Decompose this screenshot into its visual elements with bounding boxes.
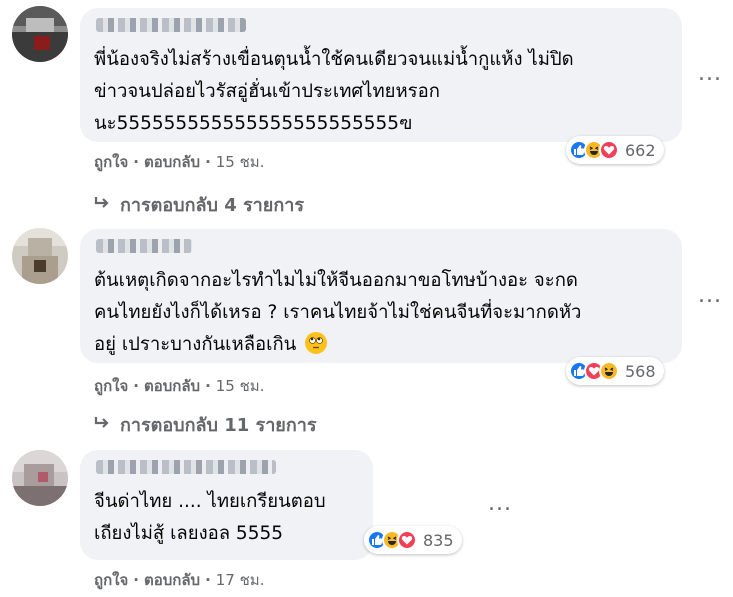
comment-text-line-with-emoji: อยู่ เปราะบางกันเหลือเกิน <box>94 329 328 360</box>
separator-dot: · <box>205 571 211 589</box>
comment-bubble: จีนด่าไทย .... ไทยเกรียนตอบ เถียงไม่สู้ … <box>80 450 373 560</box>
separator-dot: · <box>133 377 139 395</box>
comment-text-line: คนไทยยังไงก็ได้เหรอ ? เราคนไทยจ้าไม่ใช่ค… <box>94 302 582 323</box>
separator-dot: · <box>205 153 211 171</box>
reply-arrow-icon <box>94 195 110 214</box>
reactions-summary[interactable]: 568 <box>566 357 664 385</box>
reply-button[interactable]: ตอบกลับ <box>144 153 200 171</box>
view-replies-button[interactable]: การตอบกลับ 4 รายการ <box>94 190 304 219</box>
reactions-summary[interactable]: 662 <box>566 136 664 164</box>
reaction-count: 568 <box>625 361 656 381</box>
author-name-blurred[interactable] <box>96 239 192 253</box>
comment-text-line: พี่น้องจริงไม่สร้างเขื่อนตุนน้ำใช้คนเดีย… <box>94 49 574 70</box>
replies-count-label: การตอบกลับ 11 รายการ <box>120 415 317 436</box>
replies-count-label: การตอบกลับ 4 รายการ <box>120 195 305 216</box>
comment-text-line: จีนด่าไทย .... ไทยเกรียนตอบ <box>94 491 326 512</box>
more-options-button[interactable]: ... <box>488 493 512 515</box>
reply-button[interactable]: ตอบกลับ <box>144 377 200 395</box>
more-options-button[interactable]: ... <box>698 285 722 307</box>
separator-dot: · <box>205 377 211 395</box>
avatar[interactable] <box>12 6 68 62</box>
like-button[interactable]: ถูกใจ <box>94 153 128 171</box>
comment-actions: ถูกใจ · ตอบกลับ · 15 ชม. <box>94 374 264 398</box>
separator-dot: · <box>133 153 139 171</box>
view-replies-button[interactable]: การตอบกลับ 11 รายการ <box>94 410 317 439</box>
comment-actions: ถูกใจ · ตอบกลับ · 17 ชม. <box>94 568 264 592</box>
comment-text: อยู่ เปราะบางกันเหลือเกิน <box>94 334 297 355</box>
timestamp[interactable]: 15 ชม. <box>216 377 265 395</box>
reply-button[interactable]: ตอบกลับ <box>144 571 200 589</box>
reaction-count: 662 <box>625 140 656 160</box>
comment-bubble: พี่น้องจริงไม่สร้างเขื่อนตุนน้ำใช้คนเดีย… <box>80 8 682 142</box>
reactions-summary[interactable]: 835 <box>364 526 462 554</box>
comment-actions: ถูกใจ · ตอบกลับ · 15 ชม. <box>94 150 264 174</box>
separator-dot: · <box>133 571 139 589</box>
reaction-count: 835 <box>423 530 454 550</box>
love-reaction-icon <box>599 140 619 160</box>
avatar[interactable] <box>12 228 68 284</box>
author-name-blurred[interactable] <box>96 18 246 32</box>
timestamp[interactable]: 15 ชม. <box>216 153 265 171</box>
reply-arrow-icon <box>94 415 110 434</box>
more-options-button[interactable]: ... <box>698 63 722 85</box>
comment-text-line: ข่าวจนปล่อยไวรัสอู่ฮั่นเข้าประเทศไทยหรอก <box>94 81 440 102</box>
rolling-eyes-emoji-icon <box>305 332 328 354</box>
avatar[interactable] <box>12 450 68 506</box>
comment-text-line: ต้นเหตุเกิดจากอะไรทำไมไม่ให้จีนออกมาขอโท… <box>94 270 578 291</box>
comment-text-line: นะ555555555555555555555555ฃ <box>94 113 413 134</box>
like-button[interactable]: ถูกใจ <box>94 377 128 395</box>
love-reaction-icon <box>397 530 417 550</box>
like-button[interactable]: ถูกใจ <box>94 571 128 589</box>
author-name-blurred[interactable] <box>96 460 276 474</box>
comment-text-line: เถียงไม่สู้ เลยงอล 5555 <box>94 523 284 544</box>
haha-reaction-icon <box>599 361 619 381</box>
comment-bubble: ต้นเหตุเกิดจากอะไรทำไมไม่ให้จีนออกมาขอโท… <box>80 229 682 363</box>
timestamp[interactable]: 17 ชม. <box>216 571 265 589</box>
